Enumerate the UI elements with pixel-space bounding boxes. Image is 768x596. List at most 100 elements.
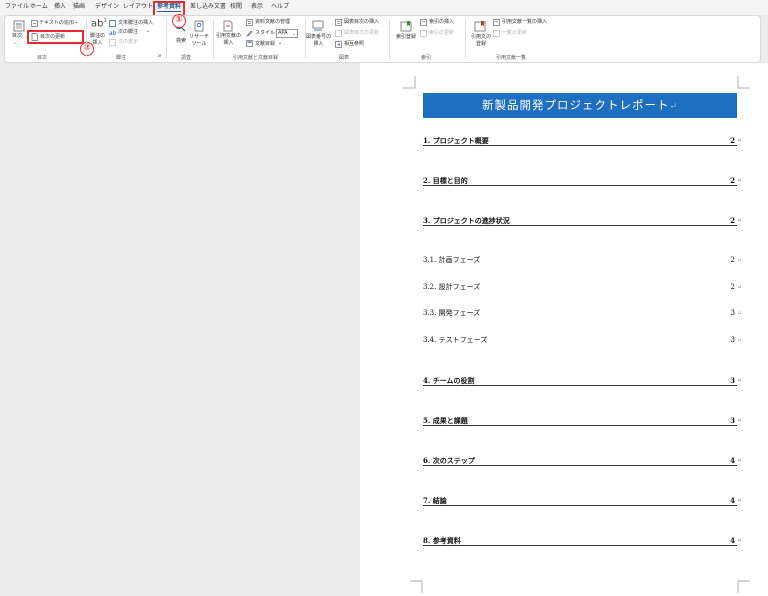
paragraph-mark: ↵ (669, 102, 679, 112)
update-index-icon (420, 30, 427, 37)
toc-entry[interactable]: 2. 目標と目的 2 ↵ (423, 176, 742, 186)
style-dropdown-icon: ⌄ (292, 31, 296, 36)
show-notes-icon (109, 39, 116, 46)
next-footnote-icon: ab (109, 30, 116, 36)
paragraph-mark: ↵ (736, 497, 742, 504)
insert-endnote-icon (109, 20, 116, 27)
next-footnote-button[interactable]: 次の脚注 (118, 29, 138, 36)
toc-entry-title: 2. 目標と目的 (423, 176, 468, 185)
document-background (0, 63, 360, 596)
insert-citation-button[interactable]: 引用文献の 挿入 (216, 33, 241, 47)
paragraph-mark: ↵ (736, 537, 742, 544)
paragraph-mark: ↵ (736, 137, 742, 144)
toc-entry-page: 2 (730, 256, 735, 264)
researcher-icon (194, 20, 204, 32)
mark-citation-icon (474, 21, 486, 32)
toc-entry[interactable]: 1. プロジェクト概要 2 ↵ (423, 136, 742, 146)
paragraph-mark: ↵ (736, 177, 742, 184)
insert-toa-icon (493, 19, 500, 26)
toc-entry[interactable]: 3.2. 設計フェーズ 2 ↵ (423, 283, 742, 293)
toc-entry-title: 7. 結論 (423, 496, 447, 505)
toc-entry[interactable]: 3. プロジェクトの進捗状況 2 ↵ (423, 216, 742, 226)
bibliography-icon (246, 40, 253, 47)
tab-view[interactable]: 表示 (251, 3, 263, 11)
footnote-dialog-launcher-icon[interactable]: ⇲ (157, 53, 161, 60)
paragraph-mark: ↵ (736, 310, 742, 317)
cross-reference-button[interactable]: 相互参照 (344, 41, 364, 48)
ribbon-separator (213, 19, 214, 59)
manage-sources-icon (246, 19, 253, 26)
ribbon-separator (86, 19, 87, 59)
svg-text:ab: ab (109, 30, 116, 36)
researcher-button[interactable]: リサーチ ツール (189, 34, 209, 48)
tab-insert[interactable]: 挿入 (54, 3, 66, 11)
update-toa-button[interactable]: 一覧の更新 (502, 30, 527, 37)
paragraph-mark: ↵ (736, 457, 742, 464)
tab-review[interactable]: 校閲 (230, 3, 242, 11)
toc-entry-title: 3.2. 設計フェーズ (423, 283, 481, 291)
next-footnote-dropdown-icon[interactable]: ⌄ (146, 28, 150, 35)
tab-help[interactable]: ヘルプ (271, 3, 289, 11)
toc-entry-title: 3.1. 計画フェーズ (423, 256, 481, 264)
tab-mailings[interactable]: 差し込み文書 (190, 3, 226, 11)
toc-entry[interactable]: 3.1. 計画フェーズ 2 ↵ (423, 256, 742, 266)
paragraph-mark: ↵ (736, 217, 742, 224)
crop-mark-top-left (403, 76, 416, 89)
crop-mark-bottom-left (410, 580, 423, 593)
toc-entry[interactable]: 5. 成果と課題 3 ↵ (423, 416, 742, 426)
insert-table-of-figures-icon (335, 19, 342, 26)
mark-citation-button[interactable]: 引用文の 登録 (471, 34, 491, 48)
update-table-button[interactable]: 図表目次の更新 (344, 30, 379, 37)
toc-entry-page: 3 (730, 309, 735, 317)
insert-footnote-button[interactable]: 脚注の 挿入 (90, 33, 105, 47)
insert-index-button[interactable]: 索引の挿入 (429, 19, 454, 26)
toc-entry-title: 4. チームの役割 (423, 376, 475, 385)
add-text-dropdown-icon[interactable]: ⌄ (74, 19, 78, 26)
show-notes-button[interactable]: 注の表示 (118, 39, 138, 46)
insert-toa-button[interactable]: 引用文献一覧の挿入 (502, 19, 547, 26)
ribbon-separator (166, 19, 167, 59)
manage-sources-button[interactable]: 資料文献の管理 (255, 19, 290, 26)
toc-dropdown-icon[interactable]: ⌄ (13, 39, 16, 46)
step-badge-1: ① (172, 14, 186, 28)
mark-entry-button[interactable]: 索引登録 (396, 34, 416, 41)
toc-entry[interactable]: 7. 結論 4 ↵ (423, 496, 742, 506)
paragraph-mark: ↵ (736, 257, 742, 264)
add-text-button[interactable]: テキストの追加 (39, 20, 74, 27)
toc-entry-page: 4 (730, 536, 735, 545)
toc-entry[interactable]: 3.4. テストフェーズ 3 ↵ (423, 336, 742, 346)
ribbon-separator (389, 19, 390, 59)
toc-entry[interactable]: 4. チームの役割 3 ↵ (423, 376, 742, 386)
tab-layout[interactable]: レイアウト (123, 3, 153, 11)
document-title: 新製品開発プロジェクトレポート↵ (423, 93, 737, 118)
bibliography-dropdown-icon[interactable]: ⌄ (278, 40, 282, 47)
toc-entry-title: 3.3. 開発フェーズ (423, 309, 481, 317)
bibliography-button[interactable]: 文献目録 (255, 41, 275, 48)
toc-entry[interactable]: 6. 次のステップ 4 ↵ (423, 456, 742, 466)
toc-entry-page: 2 (730, 216, 735, 225)
style-select-value: APA (278, 30, 288, 36)
paragraph-mark: ↵ (736, 337, 742, 344)
toc-entry-page: 3 (730, 416, 735, 425)
toc-entry-title: 3. プロジェクトの進捗状況 (423, 216, 510, 225)
toc-entry-page: 3 (730, 336, 735, 344)
insert-caption-button[interactable]: 図表番号の 挿入 (306, 34, 331, 48)
group-label-footnotes: 脚注 (116, 55, 127, 61)
tab-design[interactable]: デザイン (95, 3, 119, 11)
update-toa-icon (493, 30, 500, 37)
toc-entry-page: 2 (730, 176, 735, 185)
insert-table-of-figures-button[interactable]: 図表目次の挿入 (344, 19, 379, 26)
search-button[interactable]: 検索 (176, 38, 186, 45)
style-icon (246, 30, 253, 37)
insert-footnote-icon: ab1 (91, 18, 107, 30)
toc-entry[interactable]: 8. 参考資料 4 ↵ (423, 536, 742, 546)
tab-draw[interactable]: 描画 (73, 3, 85, 11)
toc-entry[interactable]: 3.3. 開発フェーズ 3 ↵ (423, 309, 742, 319)
toc-entry-title: 3.4. テストフェーズ (423, 336, 488, 344)
tab-file[interactable]: ファイル (5, 3, 29, 11)
update-index-button[interactable]: 索引の更新 (429, 30, 454, 37)
insert-endnote-button[interactable]: 文末脚注の挿入 (118, 20, 153, 27)
tab-home[interactable]: ホーム (30, 3, 48, 11)
insert-citation-icon (223, 20, 233, 32)
style-select[interactable]: APA ⌄ (276, 29, 298, 38)
